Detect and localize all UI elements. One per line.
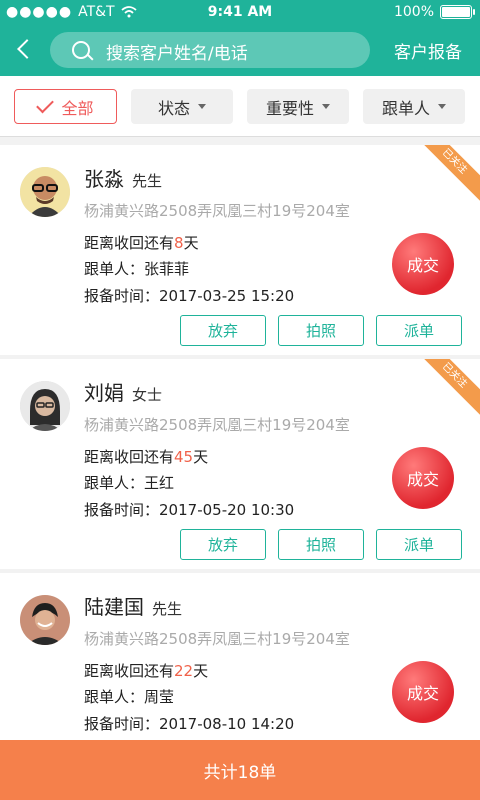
filter-all-button[interactable]: 全部 — [14, 89, 117, 124]
days-remaining: 距离收回还有22天 — [84, 662, 209, 680]
check-icon — [36, 95, 55, 114]
follower: 跟单人：周莹 — [84, 688, 175, 706]
report-time-value: 2017-08-10 14:20 — [159, 715, 295, 733]
caret-down-icon — [438, 104, 446, 109]
nav-bar: 搜索客户姓名/电话 客户报备 — [0, 26, 480, 76]
report-time-value: 2017-05-20 10:30 — [159, 501, 295, 519]
customer-card[interactable]: 已关注 张淼 先生 杨浦黄兴路2508弄凤凰三村19号204室 距离收回还有8天… — [0, 145, 480, 355]
customer-address: 杨浦黄兴路2508弄凤凰三村19号204室 — [84, 202, 350, 220]
avatar — [20, 381, 70, 431]
avatar — [20, 595, 70, 645]
dispatch-button[interactable]: 派单 — [376, 315, 462, 346]
action-buttons: 放弃 拍照 派单 — [180, 315, 462, 346]
customer-name: 张淼 — [84, 167, 124, 191]
report-time: 报备时间：2017-05-20 10:30 — [84, 501, 295, 519]
customer-name: 陆建国 — [84, 595, 144, 619]
action-buttons: 放弃 拍照 派单 — [180, 529, 462, 560]
dispatch-button[interactable]: 派单 — [376, 529, 462, 560]
deal-button[interactable]: 成交 — [392, 447, 454, 509]
caret-down-icon — [198, 104, 206, 109]
follower-value: 周莹 — [144, 688, 175, 706]
customer-report-button[interactable]: 客户报备 — [394, 38, 462, 63]
search-icon — [72, 41, 90, 59]
filter-label: 全部 — [61, 98, 94, 118]
filter-label: 跟单人 — [381, 98, 430, 118]
back-icon[interactable] — [14, 36, 38, 64]
filter-follower-dropdown[interactable]: 跟单人 — [363, 89, 465, 124]
follower-value: 张菲菲 — [144, 260, 190, 278]
total-count-bar: 共计18单 — [0, 740, 480, 800]
days-remaining: 距离收回还有45天 — [84, 448, 209, 466]
report-time-value: 2017-03-25 15:20 — [159, 287, 295, 305]
report-time: 报备时间：2017-03-25 15:20 — [84, 287, 295, 305]
customer-name: 刘娟 — [84, 381, 124, 405]
customer-name-row: 陆建国 先生 — [84, 591, 182, 620]
search-input[interactable]: 搜索客户姓名/电话 — [50, 32, 370, 68]
followed-tag: 已关注 — [415, 359, 480, 415]
photo-button[interactable]: 拍照 — [278, 529, 364, 560]
days-value: 8 — [174, 234, 184, 252]
abandon-button[interactable]: 放弃 — [180, 529, 266, 560]
customer-salutation: 先生 — [132, 172, 163, 190]
abandon-button[interactable]: 放弃 — [180, 315, 266, 346]
days-value: 22 — [174, 662, 194, 680]
report-time: 报备时间：2017-08-10 14:20 — [84, 715, 295, 733]
filter-status-dropdown[interactable]: 状态 — [131, 89, 233, 124]
deal-button[interactable]: 成交 — [392, 661, 454, 723]
customer-address: 杨浦黄兴路2508弄凤凰三村19号204室 — [84, 416, 350, 434]
customer-salutation: 先生 — [152, 600, 183, 618]
filter-bar: 全部 状态 重要性 跟单人 — [0, 76, 480, 137]
battery-icon — [440, 5, 475, 19]
followed-tag: 已关注 — [415, 145, 480, 201]
follower: 跟单人：张菲菲 — [84, 260, 190, 278]
customer-card[interactable]: 已关注 刘娟 女士 杨浦黄兴路2508弄凤凰三村19号204室 距离收回还有45… — [0, 359, 480, 569]
days-value: 45 — [174, 448, 194, 466]
filter-label: 重要性 — [265, 98, 314, 118]
photo-button[interactable]: 拍照 — [278, 315, 364, 346]
caret-down-icon — [322, 104, 330, 109]
deal-button[interactable]: 成交 — [392, 233, 454, 295]
customer-name-row: 张淼 先生 — [84, 163, 162, 192]
filter-label: 状态 — [157, 98, 190, 118]
follower: 跟单人：王红 — [84, 474, 175, 492]
days-remaining: 距离收回还有8天 — [84, 234, 199, 252]
customer-name-row: 刘娟 女士 — [84, 377, 162, 406]
battery-percent: 100% — [393, 4, 434, 20]
customer-address: 杨浦黄兴路2508弄凤凰三村19号204室 — [84, 630, 350, 648]
customer-salutation: 女士 — [132, 386, 163, 404]
search-placeholder: 搜索客户姓名/电话 — [106, 44, 248, 64]
avatar — [20, 167, 70, 217]
status-bar: ●●●●● AT&T 9:41 AM 100% — [0, 0, 480, 26]
filter-importance-dropdown[interactable]: 重要性 — [247, 89, 349, 124]
follower-value: 王红 — [144, 474, 175, 492]
